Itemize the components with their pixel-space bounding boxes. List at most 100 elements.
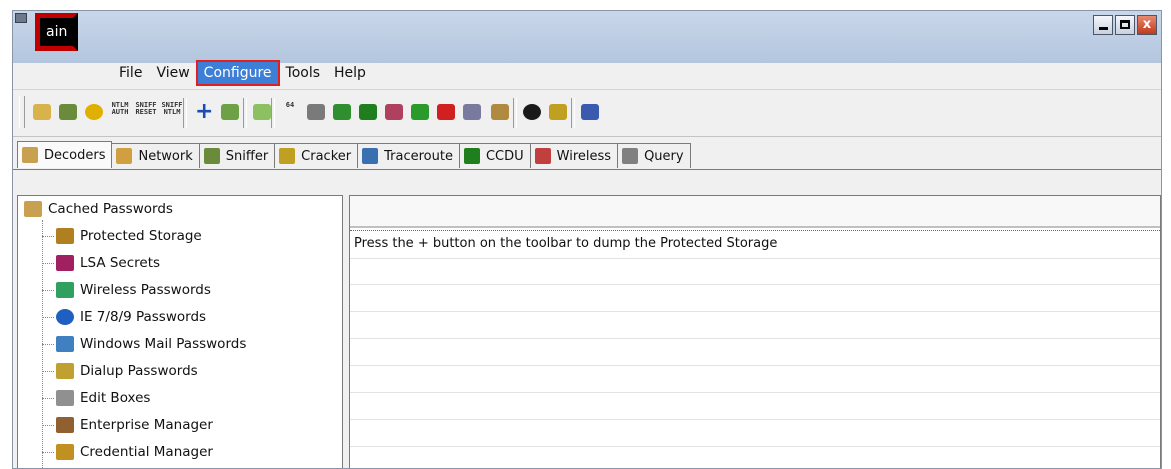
open-folder-icon: [33, 104, 51, 120]
app-window: ain x File View Configure Tools Help NTL…: [12, 10, 1162, 469]
hash-table-icon: [333, 104, 351, 120]
list-row[interactable]: [350, 419, 1160, 447]
tree-item-protected-storage[interactable]: Protected Storage: [56, 225, 202, 247]
toolbar-separator: [513, 98, 517, 128]
tab-cracker[interactable]: Cracker: [274, 143, 359, 168]
list-header[interactable]: [350, 196, 1160, 228]
tree-branch-line: [42, 263, 54, 264]
protected-storage-icon: [56, 228, 74, 244]
md5-table-button[interactable]: [357, 102, 379, 124]
info-icon: [523, 104, 541, 120]
list-row[interactable]: [350, 446, 1160, 468]
tree-item-ie-7-8-9-passwords[interactable]: IE 7/8/9 Passwords: [56, 306, 206, 328]
toolbar-separator: [243, 98, 247, 128]
tree-item-lsa-secrets[interactable]: LSA Secrets: [56, 252, 160, 274]
tree-branch-line: [42, 425, 54, 426]
list-row[interactable]: [350, 338, 1160, 366]
tab-sniffer[interactable]: Sniffer: [198, 143, 276, 168]
tree-item-credential-manager[interactable]: Credential Manager: [56, 441, 213, 463]
menu-file[interactable]: File: [113, 62, 148, 84]
hash-table-button[interactable]: [331, 102, 353, 124]
ntlm-auth-button[interactable]: NTLM AUTH: [109, 102, 131, 124]
tab-query[interactable]: Query: [617, 143, 691, 168]
sniff-reset-button[interactable]: SNIFF RESET: [135, 102, 157, 124]
add-button[interactable]: +: [193, 99, 215, 124]
windows-mail-icon: [56, 336, 74, 352]
certificate-button[interactable]: [489, 102, 511, 124]
tree-item-label: Credential Manager: [80, 444, 213, 460]
tree-item-windows-mail-passwords[interactable]: Windows Mail Passwords: [56, 333, 246, 355]
tree-item-wireless-passwords[interactable]: Wireless Passwords: [56, 279, 211, 301]
tab-decoders[interactable]: Decoders: [17, 141, 113, 168]
menu-bar: File View Configure Tools Help: [113, 60, 374, 86]
md5-table-icon: [359, 104, 377, 120]
menu-help[interactable]: Help: [328, 62, 372, 84]
list-row[interactable]: [350, 392, 1160, 420]
close-icon: x: [1142, 17, 1152, 32]
tree-branch-line: [42, 290, 54, 291]
sniffer-start-button[interactable]: [57, 102, 79, 124]
cracker-icon: [279, 148, 296, 164]
tab-label: Sniffer: [225, 148, 269, 164]
internet-explorer-icon: [56, 309, 74, 325]
chart-icon: [385, 104, 403, 120]
add-icon: +: [195, 99, 214, 124]
tree-item-edit-boxes[interactable]: Edit Boxes: [56, 387, 150, 409]
export-icon: [253, 104, 271, 120]
remove-button[interactable]: [219, 102, 241, 124]
tree-branch-line: [42, 398, 54, 399]
network-map-button[interactable]: [461, 102, 483, 124]
results-list[interactable]: Press the + button on the toolbar to dum…: [349, 195, 1161, 468]
green-box-button[interactable]: [409, 102, 431, 124]
help-button[interactable]: [547, 102, 569, 124]
menu-tools[interactable]: Tools: [280, 62, 327, 84]
tree-root-cached-passwords[interactable]: Cached Passwords: [24, 198, 173, 220]
tree-branch-line: [42, 371, 54, 372]
red-box-button[interactable]: [435, 102, 457, 124]
radioactive-button[interactable]: [83, 102, 105, 124]
base64-button[interactable]: 64: [279, 102, 301, 124]
info-button[interactable]: [521, 102, 543, 124]
tab-wireless[interactable]: Wireless: [529, 143, 619, 168]
tab-label: CCDU: [485, 148, 524, 164]
tab-traceroute[interactable]: Traceroute: [357, 143, 460, 168]
minimize-icon: [1099, 27, 1108, 30]
list-row[interactable]: [350, 311, 1160, 339]
system-menu-icon[interactable]: [15, 13, 27, 23]
menu-configure[interactable]: Configure: [195, 60, 280, 86]
menu-view[interactable]: View: [150, 62, 195, 84]
tab-ccdu[interactable]: CCDU: [458, 143, 531, 168]
tab-divider: [13, 169, 1161, 170]
list-row[interactable]: Press the + button on the toolbar to dum…: [350, 230, 1160, 259]
chart-button[interactable]: [383, 102, 405, 124]
base64-icon: 64: [285, 101, 295, 109]
tree-branch-line: [42, 344, 54, 345]
list-row[interactable]: [350, 284, 1160, 312]
tree-item-enterprise-manager[interactable]: Enterprise Manager: [56, 414, 213, 436]
tree-branch-line: [42, 236, 54, 237]
list-row[interactable]: [350, 365, 1160, 393]
list-message: Press the + button on the toolbar to dum…: [354, 236, 778, 251]
export-button[interactable]: [251, 102, 273, 124]
sniff-ntlm-icon: SNIFF NTLM: [161, 101, 183, 116]
app-logo: ain: [35, 13, 78, 51]
close-button[interactable]: x: [1137, 15, 1157, 35]
test-password-icon: [307, 104, 325, 120]
maximize-button[interactable]: [1115, 15, 1135, 35]
exit-button[interactable]: [579, 102, 601, 124]
credential-manager-icon: [56, 444, 74, 460]
radioactive-icon: [85, 104, 103, 120]
minimize-button[interactable]: [1093, 15, 1113, 35]
tab-network[interactable]: Network: [111, 143, 200, 168]
test-password-button[interactable]: [305, 102, 327, 124]
green-box-icon: [411, 104, 429, 120]
dialup-icon: [56, 363, 74, 379]
maximize-icon: [1120, 20, 1130, 29]
decoder-tree[interactable]: Cached Passwords Protected Storage LSA Sec…: [17, 195, 343, 468]
open-folder-button[interactable]: [31, 102, 53, 124]
sniff-ntlm-button[interactable]: SNIFF NTLM: [161, 102, 183, 124]
list-row[interactable]: [350, 257, 1160, 285]
tree-item-dialup-passwords[interactable]: Dialup Passwords: [56, 360, 198, 382]
toolbar-grip[interactable]: [19, 96, 25, 128]
network-map-icon: [463, 104, 481, 120]
